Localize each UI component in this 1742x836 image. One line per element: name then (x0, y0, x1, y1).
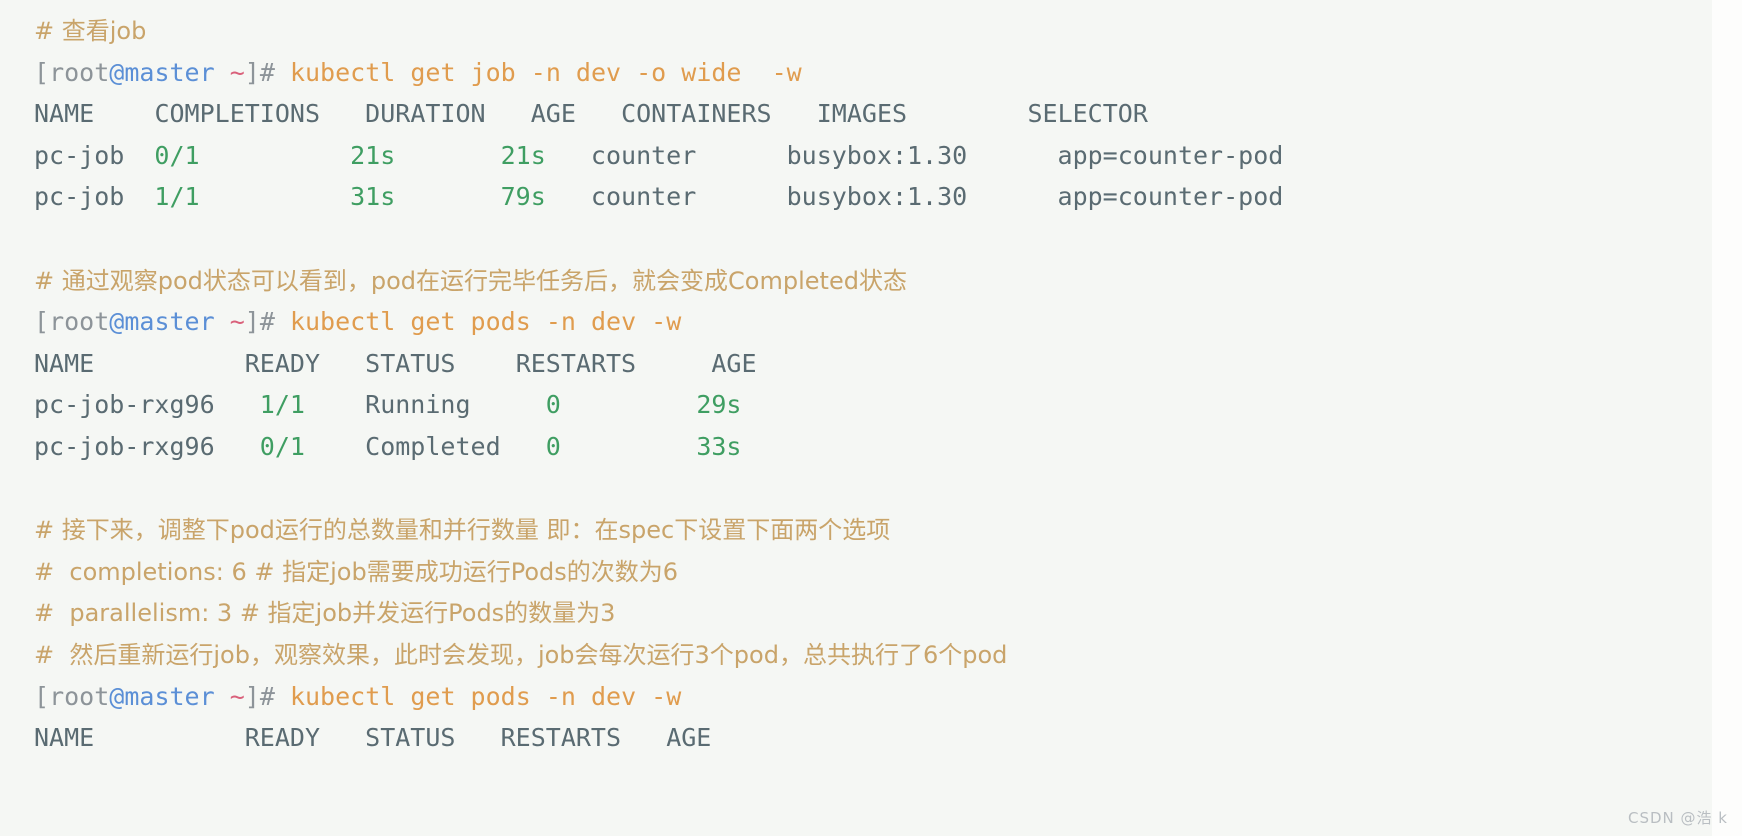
col-header-containers: CONTAINERS (621, 99, 772, 129)
cell-completions: 1/1 (154, 182, 200, 212)
comment-line-completions: # completions: 6 # 指定job需要成功运行Pods的次数为6 (34, 551, 1712, 593)
col-header-name: NAME (34, 723, 95, 753)
col-header-status: STATUS (365, 723, 456, 753)
cell-age: 33s (696, 431, 742, 461)
col-header-ready: READY (244, 723, 320, 753)
command-text: kubectl get pods -n dev -w (274, 681, 682, 711)
prompt-host: master (124, 681, 215, 711)
prompt-line-get-pods-2: [root@master ~]# kubectl get pods -n dev… (34, 676, 1712, 718)
cell-containers: counter (590, 140, 697, 170)
table-row: pc-job-rxg96 0/1 Completed 0 33s (34, 426, 1712, 468)
comment-text: # 接下来，调整下pod运行的总数量和并行数量 即：在spec下设置下面两个选项 (34, 516, 891, 545)
table-row: pc-job 1/1 31s 79s counter busybox:1.30 … (34, 176, 1712, 218)
cell-selector: app=counter-pod (1057, 182, 1284, 212)
table-header-row-pods: NAME READY STATUS RESTARTS AGE (34, 343, 1712, 385)
bracket-close: ] (244, 57, 260, 87)
col-header-completions: COMPLETIONS (154, 99, 321, 129)
col-header-restarts: RESTARTS (500, 723, 622, 753)
col-header-name: NAME (34, 99, 95, 129)
prompt-user: root (49, 57, 110, 87)
prompt-at: @ (109, 57, 125, 87)
bracket-open: [ (34, 57, 50, 87)
prompt-host: master (124, 307, 215, 337)
prompt-tilde: ~ (214, 307, 245, 337)
cell-images: busybox:1.30 (786, 182, 968, 212)
col-header-age: AGE (530, 99, 576, 129)
bracket-close: ] (244, 307, 260, 337)
cell-name: pc-job-rxg96 (34, 390, 215, 420)
cell-name: pc-job (34, 182, 125, 212)
cell-status: Completed (365, 431, 501, 461)
comment-line-adjust-counts: # 接下来，调整下pod运行的总数量和并行数量 即：在spec下设置下面两个选项 (34, 509, 1712, 551)
table-header-row-pods-2: NAME READY STATUS RESTARTS AGE (34, 717, 1712, 759)
bracket-open: [ (34, 681, 50, 711)
code-block-right-margin (1712, 0, 1742, 836)
command-text: kubectl get job -n dev -o wide -w (274, 57, 802, 87)
prompt-host: master (124, 57, 215, 87)
prompt-line-get-job: [root@master ~]# kubectl get job -n dev … (34, 52, 1712, 94)
cell-duration: 31s (350, 182, 396, 212)
comment-line-rerun-job: # 然后重新运行job，观察效果，此时会发现，job会每次运行3个pod，总共执… (34, 634, 1712, 676)
watermark: CSDN @浩 k (1628, 809, 1728, 827)
comment-line-pod-status: # 通过观察pod状态可以看到，pod在运行完毕任务后，就会变成Complete… (34, 260, 1712, 302)
prompt-hash: # (259, 57, 275, 87)
terminal-code-block: # 查看job [root@master ~]# kubectl get job… (0, 0, 1712, 836)
prompt-user: root (49, 307, 110, 337)
col-header-selector: SELECTOR (1027, 99, 1148, 129)
prompt-at: @ (109, 681, 125, 711)
cell-images: busybox:1.30 (786, 140, 968, 170)
prompt-hash: # (259, 681, 275, 711)
prompt-line-get-pods: [root@master ~]# kubectl get pods -n dev… (34, 301, 1712, 343)
table-row: pc-job-rxg96 1/1 Running 0 29s (34, 384, 1712, 426)
prompt-at: @ (109, 307, 125, 337)
cell-ready: 1/1 (259, 390, 305, 420)
cell-selector: app=counter-pod (1057, 140, 1284, 170)
col-header-age: AGE (711, 348, 757, 378)
table-row: pc-job 0/1 21s 21s counter busybox:1.30 … (34, 135, 1712, 177)
comment-text: # 查看job (34, 17, 147, 45)
prompt-hash: # (259, 307, 275, 337)
cell-restarts: 0 (545, 390, 561, 420)
prompt-tilde: ~ (214, 681, 245, 711)
cell-ready: 0/1 (259, 431, 305, 461)
cell-age: 29s (696, 390, 742, 420)
table-header-row-job: NAME COMPLETIONS DURATION AGE CONTAINERS… (34, 93, 1712, 135)
comment-line-view-job: # 查看job (34, 10, 1712, 52)
cell-completions: 0/1 (154, 140, 200, 170)
col-header-images: IMAGES (816, 99, 908, 129)
cell-name: pc-job (34, 140, 125, 170)
comment-line-parallelism: # parallelism: 3 # 指定job并发运行Pods的数量为3 (34, 592, 1712, 634)
col-header-restarts: RESTARTS (515, 348, 637, 378)
col-header-ready: READY (244, 348, 320, 378)
cell-age: 21s (500, 140, 546, 170)
cell-duration: 21s (350, 140, 396, 170)
col-header-age: AGE (666, 723, 712, 753)
col-header-name: NAME (34, 348, 95, 378)
cell-containers: counter (590, 182, 697, 212)
prompt-tilde: ~ (214, 57, 245, 87)
comment-text: # 通过观察pod状态可以看到，pod在运行完毕任务后，就会变成Complete… (34, 266, 907, 295)
col-header-status: STATUS (365, 348, 456, 378)
cell-age: 79s (500, 182, 546, 212)
cell-restarts: 0 (545, 431, 561, 461)
comment-text: # 然后重新运行job，观察效果，此时会发现，job会每次运行3个pod，总共执… (34, 640, 1008, 669)
cell-name: pc-job-rxg96 (34, 431, 215, 461)
prompt-user: root (49, 681, 110, 711)
comment-text: # completions: 6 # 指定job需要成功运行Pods的次数为6 (34, 557, 679, 586)
cell-status: Running (365, 390, 471, 420)
bracket-open: [ (34, 307, 50, 337)
command-text: kubectl get pods -n dev -w (274, 307, 682, 337)
comment-text: # parallelism: 3 # 指定job并发运行Pods的数量为3 (34, 599, 616, 628)
bracket-close: ] (244, 681, 260, 711)
col-header-duration: DURATION (365, 99, 486, 129)
